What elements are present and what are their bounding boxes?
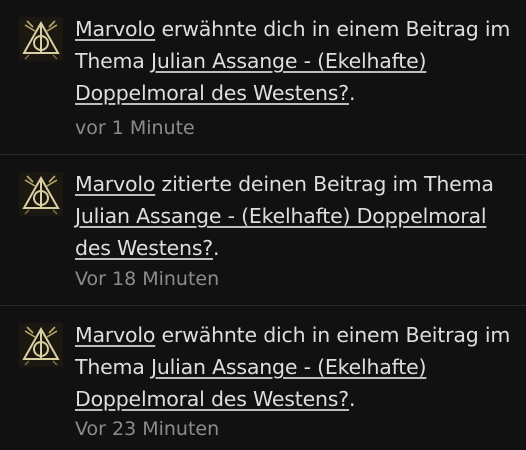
notification-time: Vor 18 Minuten bbox=[75, 268, 220, 290]
notification-end: . bbox=[348, 81, 356, 105]
topic-link[interactable]: Julian Assange - (Ekelhafte) Doppelmoral… bbox=[75, 204, 487, 260]
notification-end: . bbox=[348, 387, 356, 411]
notification-item[interactable]: Marvolo erwähnte dich in einem Beitrag i… bbox=[0, 0, 526, 155]
notification-time: Vor 23 Minuten bbox=[75, 418, 220, 440]
notification-action: zitierte deinen Beitrag im Thema bbox=[155, 172, 494, 196]
notification-text: Marvolo erwähnte dich in einem Beitrag i… bbox=[75, 13, 515, 109]
deathly-hallows-avatar-icon[interactable] bbox=[19, 323, 63, 367]
notification-time: vor 1 Minute bbox=[75, 117, 195, 139]
notification-end: . bbox=[213, 236, 220, 260]
user-link[interactable]: Marvolo bbox=[75, 323, 155, 347]
user-link[interactable]: Marvolo bbox=[75, 172, 155, 196]
deathly-hallows-avatar-icon[interactable] bbox=[19, 172, 63, 216]
notification-item[interactable]: Marvolo erwähnte dich in einem Beitrag i… bbox=[0, 306, 526, 450]
notification-list: Marvolo erwähnte dich in einem Beitrag i… bbox=[0, 0, 526, 450]
user-link[interactable]: Marvolo bbox=[75, 17, 155, 41]
notification-item[interactable]: Marvolo zitierte deinen Beitrag im Thema… bbox=[0, 155, 526, 306]
deathly-hallows-avatar-icon[interactable] bbox=[19, 17, 63, 61]
notification-text: Marvolo erwähnte dich in einem Beitrag i… bbox=[75, 319, 515, 415]
notification-text: Marvolo zitierte deinen Beitrag im Thema… bbox=[75, 168, 515, 264]
